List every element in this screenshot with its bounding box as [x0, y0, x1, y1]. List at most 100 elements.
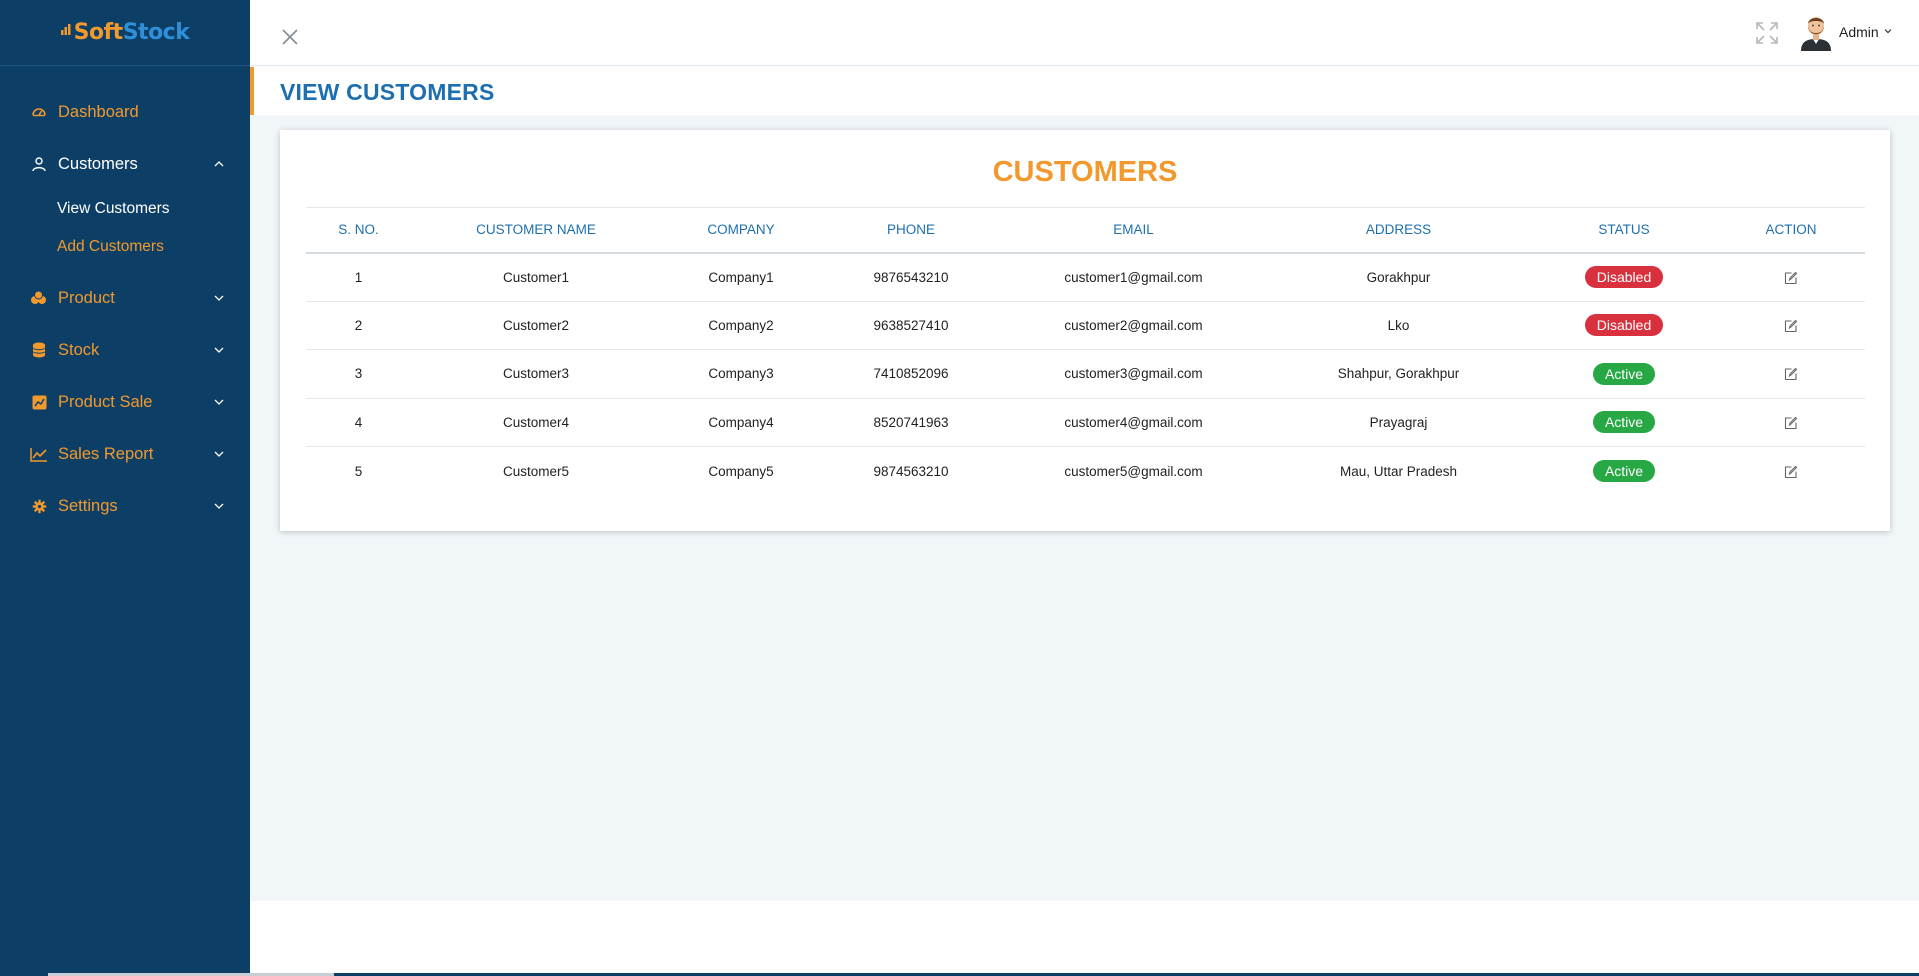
cell-status: Active: [1531, 398, 1717, 447]
cell-company: Company2: [708, 317, 774, 333]
status-badge: Active: [1592, 362, 1656, 385]
sidebar-subitem-view-customers[interactable]: View Customers: [0, 190, 250, 228]
brand-part-oft: oft: [89, 20, 123, 45]
sidebar-item-dashboard[interactable]: Dashboard: [0, 86, 250, 138]
chevron-down-icon: [212, 395, 226, 409]
cell-phone: 9638527410: [873, 317, 949, 333]
logo-chart-icon: [60, 24, 71, 35]
table-row: 2 Customer2 Company2 9638527410 customer…: [306, 301, 1865, 350]
cell-action: [1717, 301, 1865, 350]
sidebar-item-stock[interactable]: Stock: [0, 324, 250, 376]
cell-address: Lko: [1387, 317, 1410, 333]
sidebar-subitem-add-customers[interactable]: Add Customers: [0, 228, 250, 266]
chevron-down-icon: [212, 499, 226, 513]
chevron-down-icon: [212, 291, 226, 305]
edit-icon[interactable]: [1784, 465, 1798, 479]
fullscreen-expand-icon[interactable]: [1754, 20, 1780, 46]
table-header-row: S. NO. CUSTOMER NAME COMPANY PHONE EMAIL…: [306, 207, 1865, 253]
user-icon: [30, 155, 48, 173]
page-header: VIEW CUSTOMERS: [250, 67, 1919, 115]
gear-icon: [30, 497, 48, 515]
sidebar-item-label: Product Sale: [58, 392, 153, 411]
cell-status: Disabled: [1531, 253, 1717, 302]
status-badge: Disabled: [1584, 266, 1664, 288]
cell-status: Disabled: [1531, 301, 1717, 350]
cell-email: customer4@gmail.com: [1064, 414, 1203, 430]
sidebar-item-product[interactable]: Product: [0, 272, 250, 324]
page-title: VIEW CUSTOMERS: [280, 79, 495, 105]
customers-card: CUSTOMERS S. NO. CUSTOMER NAME COMPANY P…: [280, 130, 1890, 531]
customers-submenu: View Customers Add Customers: [0, 190, 250, 272]
cell-customer-name: Customer4: [502, 414, 570, 430]
chart-box-icon: [30, 393, 48, 411]
cell-customer-name: Customer1: [502, 269, 570, 285]
edit-icon[interactable]: [1784, 416, 1798, 430]
cell-email: customer2@gmail.com: [1064, 317, 1203, 333]
sidebar-item-label: Dashboard: [58, 102, 139, 121]
cell-sno: 3: [354, 366, 363, 382]
sidebar-item-label: Settings: [58, 496, 118, 515]
cell-email: customer1@gmail.com: [1064, 269, 1203, 285]
cell-phone: 8520741963: [873, 414, 949, 430]
sidebar-item-label: Customers: [58, 154, 138, 173]
edit-icon[interactable]: [1784, 271, 1798, 285]
chevron-down-icon: [212, 447, 226, 461]
topbar: Admin: [250, 0, 1919, 66]
cell-sno: 5: [354, 463, 363, 479]
cell-sno: 4: [354, 414, 363, 430]
brand-logo[interactable]: Soft Stock: [0, 0, 250, 66]
cell-company: Company5: [708, 463, 774, 479]
coins-icon: [30, 289, 48, 307]
close-icon[interactable]: [280, 27, 300, 47]
cell-customer-name: Customer5: [502, 463, 570, 479]
table-row: 5 Customer5 Company5 9874563210 customer…: [306, 447, 1865, 496]
header-status: STATUS: [1598, 222, 1650, 238]
sidebar-item-product-sale[interactable]: Product Sale: [0, 376, 250, 428]
sidebar-item-sales-report[interactable]: Sales Report: [0, 428, 250, 480]
cell-phone: 9876543210: [873, 269, 949, 285]
database-icon: [30, 341, 48, 359]
cell-customer-name: Customer2: [502, 317, 570, 333]
status-badge: Active: [1592, 411, 1656, 434]
user-menu[interactable]: Admin: [1799, 13, 1893, 51]
sidebar-item-customers[interactable]: Customers: [0, 138, 250, 190]
cell-address: Mau, Uttar Pradesh: [1339, 463, 1458, 479]
main-content: CUSTOMERS S. NO. CUSTOMER NAME COMPANY P…: [250, 115, 1919, 901]
cell-company: Company3: [708, 366, 774, 382]
sidebar-item-settings[interactable]: Settings: [0, 480, 250, 532]
cell-address: Shahpur, Gorakhpur: [1337, 366, 1460, 382]
brand-part-stock: Stock: [122, 20, 190, 45]
status-badge: Disabled: [1584, 314, 1664, 337]
header-phone: PHONE: [886, 222, 935, 238]
user-name: Admin: [1839, 24, 1879, 40]
chevron-up-icon: [212, 157, 226, 171]
chevron-down-icon: [1883, 23, 1893, 41]
header-customer-name: CUSTOMER NAME: [476, 222, 596, 238]
cell-sno: 1: [354, 269, 363, 285]
cell-email: customer3@gmail.com: [1064, 366, 1203, 382]
card-title: CUSTOMERS: [992, 156, 1178, 188]
table-row: 1 Customer1 Company1 9876543210 customer…: [306, 253, 1865, 302]
chevron-down-icon: [212, 343, 226, 357]
avatar: [1801, 17, 1831, 51]
cell-status: Active: [1531, 350, 1717, 399]
cell-action: [1717, 447, 1865, 496]
sidebar-item-label: Product: [58, 288, 115, 307]
cell-action: [1717, 253, 1865, 302]
cell-action: [1717, 398, 1865, 447]
sidebar-nav: Dashboard Customers View Customers Add C…: [0, 86, 250, 532]
brand-part-s: S: [73, 20, 90, 45]
sidebar-item-label: Stock: [58, 340, 100, 359]
status-badge: Active: [1592, 460, 1656, 482]
cell-sno: 2: [354, 317, 363, 333]
cell-phone: 7410852096: [873, 366, 949, 382]
header-company: COMPANY: [707, 222, 775, 238]
sidebar-item-label: Sales Report: [58, 444, 154, 463]
table-row: 3 Customer3 Company3 7410852096 customer…: [306, 350, 1865, 399]
cell-address: Prayagraj: [1369, 414, 1428, 430]
edit-icon[interactable]: [1784, 319, 1798, 333]
header-action: ACTION: [1765, 222, 1817, 238]
edit-icon[interactable]: [1784, 367, 1798, 381]
sidebar: Soft Stock Dashboard Customers View Custo…: [0, 0, 250, 976]
cell-customer-name: Customer3: [502, 366, 570, 382]
